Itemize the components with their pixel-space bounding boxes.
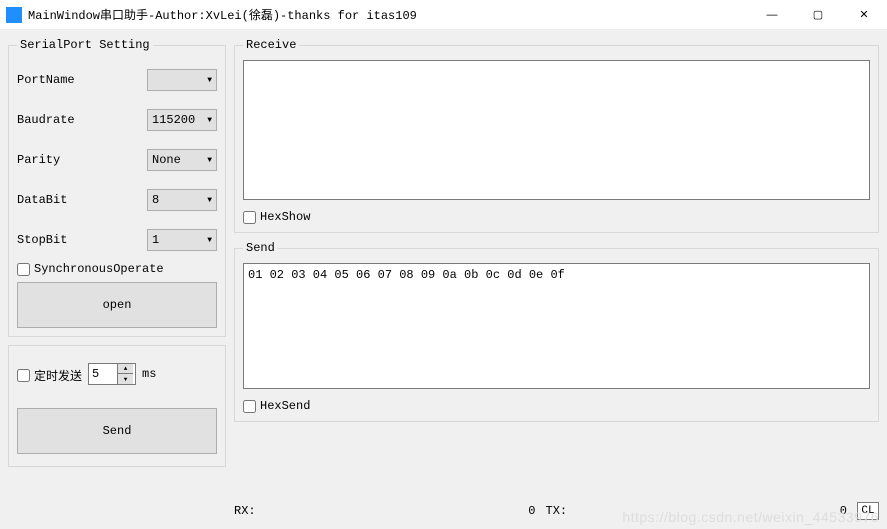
interval-spin[interactable]: ▲ ▼ <box>88 363 136 385</box>
tx-count: 0 <box>840 504 853 518</box>
clear-button[interactable]: CL <box>857 502 879 520</box>
receive-group: Receive HexShow <box>234 38 879 233</box>
hexshow-input[interactable] <box>243 211 256 224</box>
timed-send-label: 定时发送 <box>34 367 82 384</box>
hexsend-checkbox[interactable]: HexSend <box>243 399 870 413</box>
synchronous-operate-label: SynchronousOperate <box>34 262 164 276</box>
app-icon <box>6 7 22 23</box>
send-group: Send HexSend <box>234 241 879 422</box>
open-button-label: open <box>103 298 132 312</box>
send-legend: Send <box>243 241 278 255</box>
portname-label: PortName <box>17 73 147 87</box>
synchronous-operate-input[interactable] <box>17 263 30 276</box>
serialport-setting-legend: SerialPort Setting <box>17 38 153 52</box>
databit-label: DataBit <box>17 193 147 207</box>
parity-combo[interactable]: None ▼ <box>147 149 217 171</box>
open-button[interactable]: open <box>17 282 217 328</box>
timed-send-input[interactable] <box>17 369 30 382</box>
stopbit-value: 1 <box>152 233 203 247</box>
clear-button-label: CL <box>861 505 874 517</box>
spin-up-icon[interactable]: ▲ <box>118 364 133 374</box>
status-bar: RX: 0 TX: 0 CL <box>234 501 879 521</box>
title-bar: MainWindow串口助手-Author:XvLei(徐磊)-thanks f… <box>0 0 887 30</box>
databit-combo[interactable]: 8 ▼ <box>147 189 217 211</box>
window-title: MainWindow串口助手-Author:XvLei(徐磊)-thanks f… <box>28 6 417 23</box>
close-button[interactable]: ✕ <box>841 0 887 30</box>
rx-count: 0 <box>528 504 541 518</box>
maximize-button[interactable]: ▢ <box>795 0 841 30</box>
interval-unit: ms <box>142 367 156 381</box>
receive-legend: Receive <box>243 38 299 52</box>
chevron-down-icon: ▼ <box>203 196 212 205</box>
baudrate-value: 115200 <box>152 113 203 127</box>
portname-combo[interactable]: ▼ <box>147 69 217 91</box>
timed-send-checkbox[interactable]: 定时发送 <box>17 367 82 384</box>
rx-label: RX: <box>234 504 256 518</box>
spin-down-icon[interactable]: ▼ <box>118 374 133 384</box>
hexshow-label: HexShow <box>260 210 310 224</box>
baudrate-label: Baudrate <box>17 113 147 127</box>
minimize-button[interactable]: — <box>749 0 795 30</box>
stopbit-combo[interactable]: 1 ▼ <box>147 229 217 251</box>
send-button[interactable]: Send <box>17 408 217 454</box>
chevron-down-icon: ▼ <box>203 76 212 85</box>
receive-textarea[interactable] <box>243 60 870 200</box>
chevron-down-icon: ▼ <box>203 116 212 125</box>
parity-label: Parity <box>17 153 147 167</box>
send-textarea[interactable] <box>243 263 870 389</box>
chevron-down-icon: ▼ <box>203 236 212 245</box>
baudrate-combo[interactable]: 115200 ▼ <box>147 109 217 131</box>
hexsend-input[interactable] <box>243 400 256 413</box>
parity-value: None <box>152 153 203 167</box>
stopbit-label: StopBit <box>17 233 147 247</box>
hexsend-label: HexSend <box>260 399 310 413</box>
synchronous-operate-checkbox[interactable]: SynchronousOperate <box>17 262 217 276</box>
timer-panel: 定时发送 ▲ ▼ ms Send <box>8 345 226 467</box>
serialport-setting-group: SerialPort Setting PortName ▼ Baudrate 1… <box>8 38 226 337</box>
send-button-label: Send <box>103 424 132 438</box>
databit-value: 8 <box>152 193 203 207</box>
tx-label: TX: <box>546 504 568 518</box>
chevron-down-icon: ▼ <box>203 156 212 165</box>
hexshow-checkbox[interactable]: HexShow <box>243 210 870 224</box>
interval-input[interactable] <box>89 364 117 384</box>
